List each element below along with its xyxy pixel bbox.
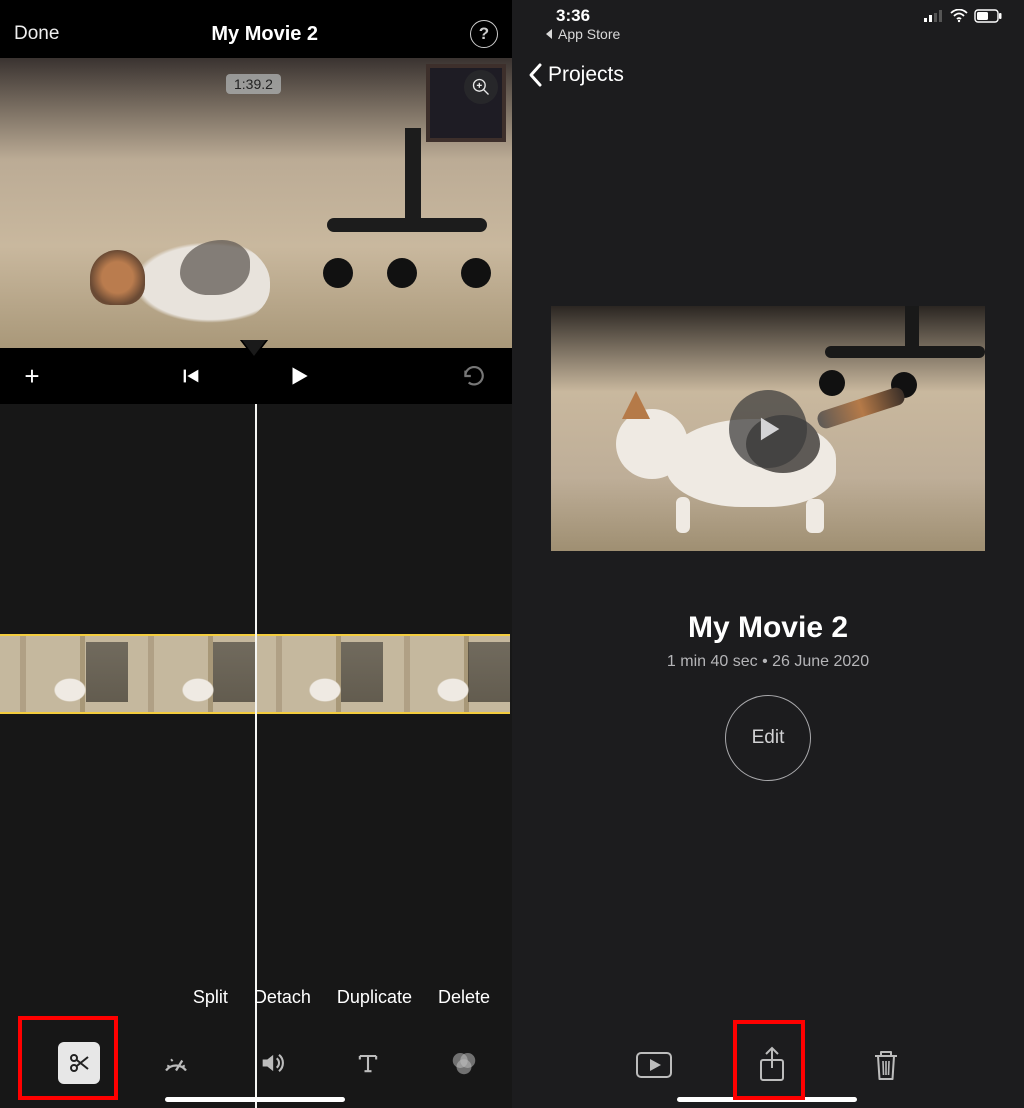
playhead-time: 1:39.2 xyxy=(226,74,281,94)
chevron-left-icon xyxy=(526,62,544,88)
back-to-app-button[interactable]: App Store xyxy=(512,26,1024,50)
speedometer-icon xyxy=(161,1048,191,1078)
add-media-button[interactable]: + xyxy=(14,361,50,392)
project-title: My Movie 2 xyxy=(211,23,318,46)
projects-pane: 3:36 App Store xyxy=(512,0,1024,1108)
battery-icon xyxy=(974,9,1002,23)
status-time: 3:36 xyxy=(556,6,590,26)
edit-button[interactable]: Edit xyxy=(725,695,811,781)
editor-header: Done My Movie 2 ? xyxy=(0,0,512,58)
project-detail: My Movie 2 1 min 40 sec • 26 June 2020 E… xyxy=(512,106,1024,1108)
undo-icon xyxy=(460,363,486,389)
status-indicators xyxy=(924,9,1002,23)
delete-project-button[interactable] xyxy=(871,1048,901,1082)
undo-button[interactable] xyxy=(460,363,496,389)
timeline[interactable]: Split Detach Duplicate Delete xyxy=(0,404,512,1108)
help-button[interactable]: ? xyxy=(470,20,498,48)
wifi-icon xyxy=(950,9,968,23)
play-icon xyxy=(751,412,785,446)
playhead-marker[interactable] xyxy=(240,340,268,358)
speed-tab[interactable] xyxy=(156,1048,196,1078)
annotation-highlight xyxy=(733,1020,805,1100)
trash-icon xyxy=(871,1048,901,1082)
editor-pane: Done My Movie 2 ? 1:39.2 + xyxy=(0,0,512,1108)
back-button[interactable] xyxy=(526,62,544,88)
transport-bar: + xyxy=(0,348,512,404)
zoom-button[interactable] xyxy=(464,70,498,104)
play-icon xyxy=(286,363,312,389)
video-preview[interactable]: 1:39.2 xyxy=(0,58,512,348)
clip-actions-bar: Split Detach Duplicate Delete xyxy=(0,987,512,1008)
delete-button[interactable]: Delete xyxy=(438,987,490,1008)
done-button[interactable]: Done xyxy=(14,23,59,45)
cellular-icon xyxy=(924,10,944,22)
project-name: My Movie 2 xyxy=(688,611,848,645)
preview-subject xyxy=(120,235,270,330)
volume-tab[interactable] xyxy=(252,1049,292,1077)
detach-button[interactable]: Detach xyxy=(254,987,311,1008)
play-rect-icon xyxy=(635,1051,673,1079)
home-indicator[interactable] xyxy=(165,1097,345,1102)
skip-to-start-button[interactable] xyxy=(180,365,216,387)
scissors-icon xyxy=(67,1051,91,1075)
filters-tab[interactable] xyxy=(444,1048,484,1078)
help-icon: ? xyxy=(479,24,489,44)
magnify-plus-icon xyxy=(471,77,491,97)
inspector-tool-tabs xyxy=(0,1042,512,1084)
projects-title[interactable]: Projects xyxy=(548,63,624,87)
back-app-label: App Store xyxy=(558,26,620,42)
filters-icon xyxy=(449,1048,479,1078)
project-thumbnail[interactable] xyxy=(551,306,985,551)
text-icon xyxy=(354,1049,382,1077)
play-project-button[interactable] xyxy=(635,1051,673,1079)
play-button[interactable] xyxy=(286,363,322,389)
split-button[interactable]: Split xyxy=(193,987,228,1008)
status-bar: 3:36 xyxy=(512,0,1024,26)
triangle-left-icon xyxy=(544,28,554,40)
preview-background-object xyxy=(327,148,487,308)
projects-header: Projects xyxy=(512,50,1024,106)
play-overlay-button[interactable] xyxy=(729,390,807,468)
volume-icon xyxy=(258,1049,286,1077)
project-meta: 1 min 40 sec • 26 June 2020 xyxy=(667,653,869,671)
titles-tab[interactable] xyxy=(348,1049,388,1077)
skip-back-icon xyxy=(180,365,202,387)
actions-tab[interactable] xyxy=(58,1042,100,1084)
duplicate-button[interactable]: Duplicate xyxy=(337,987,412,1008)
